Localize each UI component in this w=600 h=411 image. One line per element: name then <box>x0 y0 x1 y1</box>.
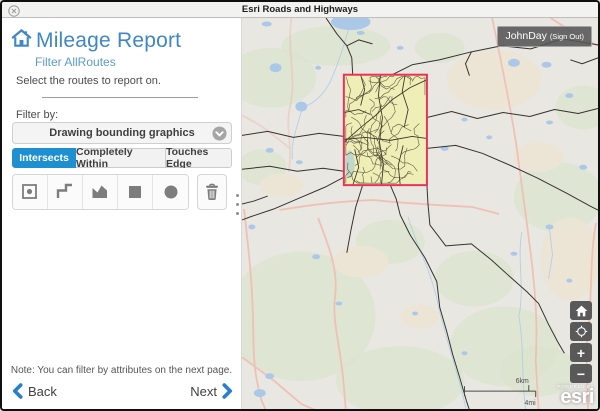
scale-mi-label: 4mi <box>525 400 537 407</box>
dropdown-selected-value: Drawing bounding graphics <box>49 127 194 139</box>
draw-polyline-button[interactable] <box>48 175 83 209</box>
draw-polygon-button[interactable] <box>83 175 118 209</box>
note-text: Note: You can filter by attributes on th… <box>2 365 241 376</box>
home-house-icon <box>10 27 33 55</box>
divider-line <box>42 97 198 98</box>
clear-graphics-button[interactable] <box>197 174 227 210</box>
home-extent-button[interactable] <box>570 301 592 320</box>
zoom-out-button[interactable]: − <box>570 364 592 383</box>
panel-header: Mileage Report <box>10 27 181 55</box>
filter-by-label: Filter by: <box>16 109 58 121</box>
user-name: JohnDay <box>505 30 546 42</box>
sign-out-label: (Sign Out) <box>550 32 584 41</box>
basemap-canvas: 6km 4mi <box>242 18 598 410</box>
trash-icon <box>202 181 222 203</box>
filter-method-dropdown[interactable]: Drawing bounding graphics <box>12 122 232 144</box>
selection-extent-fill <box>344 75 427 185</box>
locate-icon <box>574 324 589 339</box>
panel-collapse-handle[interactable] <box>236 194 239 215</box>
draw-toolbar <box>12 174 227 210</box>
draw-rectangle-button[interactable] <box>118 175 153 209</box>
tab-touches-edge[interactable]: Touches Edge <box>166 148 232 168</box>
scale-km-label: 6km <box>516 378 529 385</box>
chevron-right-icon <box>222 383 233 399</box>
spatial-filter-tabs: Intersects Completely Within Touches Edg… <box>12 148 232 168</box>
window-titlebar: Esri Roads and Highways <box>2 2 598 18</box>
map-view[interactable]: 6km 4mi JohnDay (Sign Out) <box>242 18 598 410</box>
draw-circle-button[interactable] <box>153 175 188 209</box>
chevron-left-icon <box>12 383 23 399</box>
page-subtitle: Filter AllRoutes <box>35 55 116 69</box>
app-window: Esri Roads and Highways Mileage Report F… <box>0 0 600 411</box>
draw-tool-group <box>12 174 189 210</box>
back-label: Back <box>28 384 57 399</box>
tab-completely-within[interactable]: Completely Within <box>76 148 166 168</box>
circle-icon <box>160 181 182 203</box>
user-sign-out-button[interactable]: JohnDay (Sign Out) <box>497 26 592 47</box>
zoom-in-button[interactable]: + <box>570 343 592 362</box>
polygon-icon <box>89 181 111 203</box>
next-button[interactable]: Next <box>190 383 233 399</box>
home-icon <box>575 305 588 317</box>
chevron-down-icon[interactable] <box>212 126 227 146</box>
point-extent-icon <box>19 181 41 203</box>
rectangle-icon <box>124 181 146 203</box>
lake-inside-extent <box>345 150 355 178</box>
mileage-report-panel: Mileage Report Filter AllRoutes Select t… <box>2 18 242 410</box>
instruction-text: Select the routes to report on. <box>16 75 161 87</box>
draw-point-extent-button[interactable] <box>13 175 48 209</box>
polyline-icon <box>54 181 76 203</box>
window-title: Esri Roads and Highways <box>2 2 598 18</box>
page-title: Mileage Report <box>36 29 181 53</box>
next-label: Next <box>190 384 217 399</box>
map-controls: + − <box>570 301 592 383</box>
locate-button[interactable] <box>570 322 592 341</box>
tab-intersects[interactable]: Intersects <box>12 148 76 168</box>
back-button[interactable]: Back <box>12 383 57 399</box>
